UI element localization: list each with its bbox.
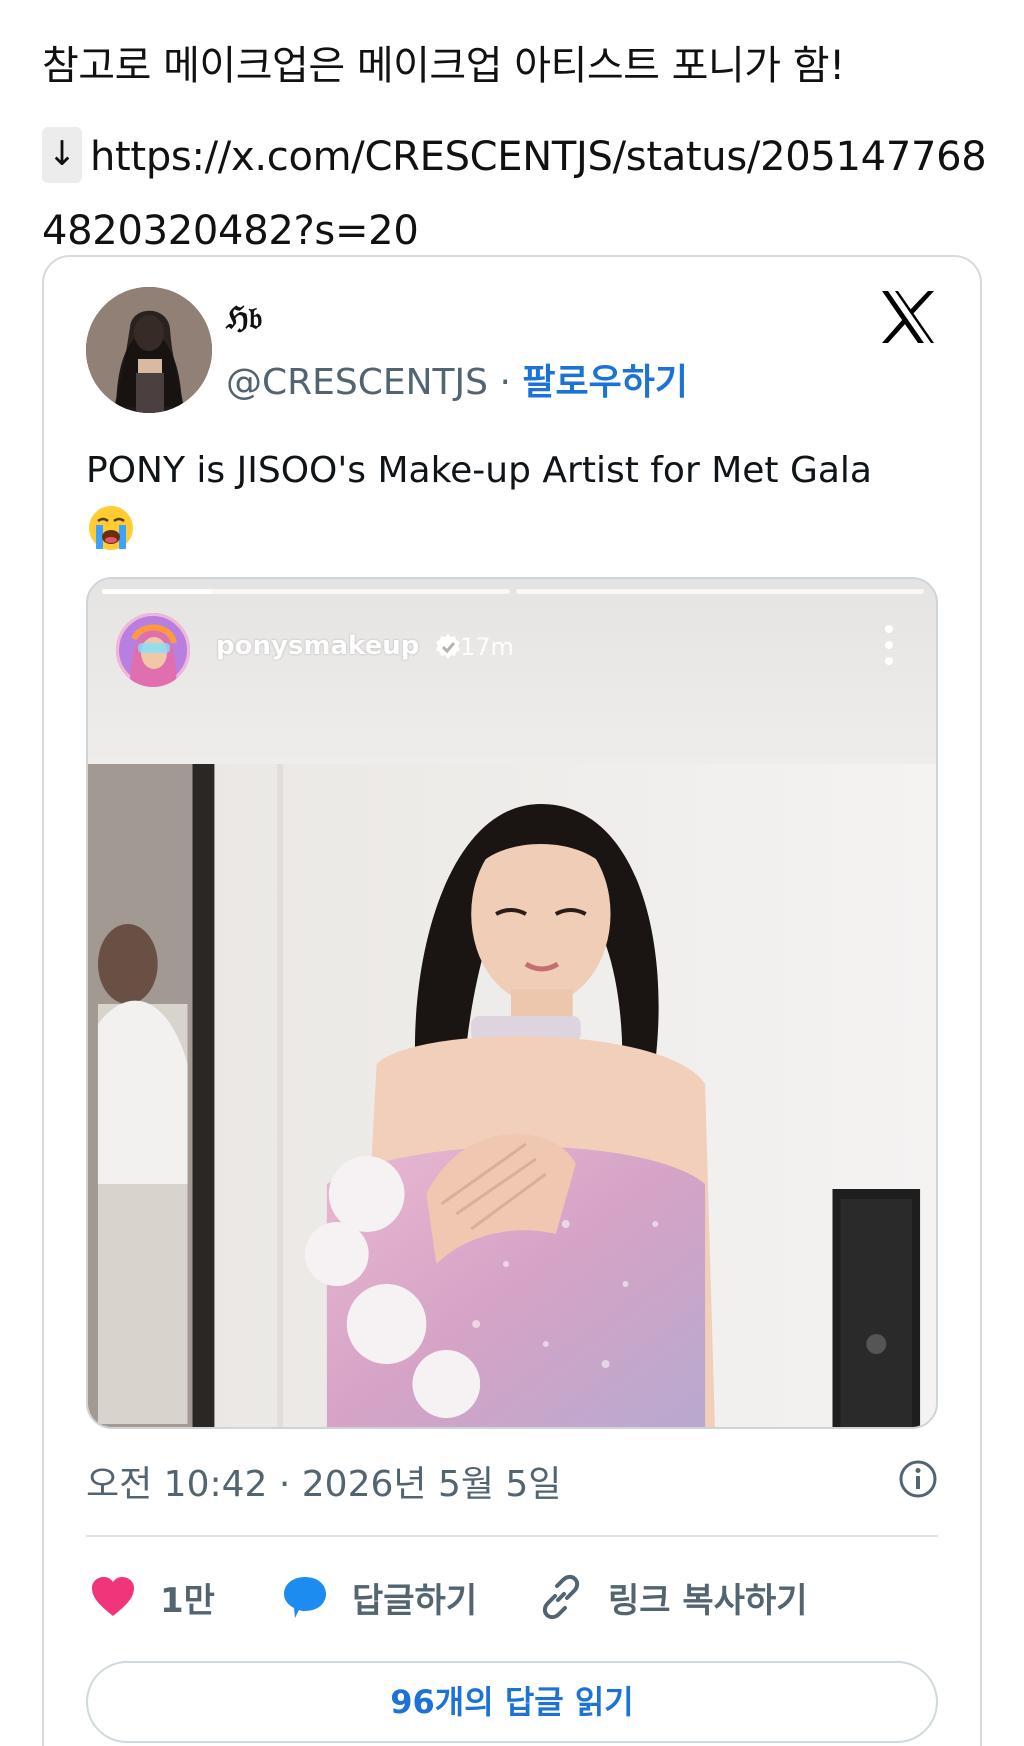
copy-link-button[interactable]: 링크 복사하기	[538, 1567, 808, 1627]
down-arrow-icon: ↓	[42, 127, 82, 183]
tweet-actions: 1만 답글하기 링크 복사하기	[86, 1567, 938, 1627]
tweet-text-content: PONY is JISOO's Make-up Artist for Met G…	[86, 450, 872, 491]
story-username-text: ponysmakeup	[216, 631, 420, 661]
heart-icon	[92, 1577, 134, 1616]
story-header: ponysmakeup 17m	[88, 579, 936, 764]
tweet-timestamp[interactable]: 오전 10:42 · 2026년 5월 5일	[86, 1455, 561, 1507]
verified-badge-icon	[436, 633, 461, 659]
story-time: 17m	[460, 633, 514, 661]
author-display-name[interactable]: ℌ𝔟	[226, 301, 262, 336]
copy-link-label: 링크 복사하기	[608, 1580, 808, 1621]
post-intro-text: 참고로 메이크업은 메이크업 아티스트 포니가 함!	[42, 43, 845, 89]
handle-separator: ·	[488, 362, 523, 403]
story-photo	[88, 764, 936, 1427]
story-progress-bar-next	[516, 589, 924, 594]
link-icon	[542, 1574, 580, 1620]
tweet-url[interactable]: https://x.com/CRESCENTJS/status/20514776…	[42, 134, 987, 254]
x-logo-icon[interactable]	[878, 287, 938, 347]
info-icon[interactable]	[898, 1459, 938, 1499]
author-handle-row: @CRESCENTJS · 팔로우하기	[226, 353, 688, 405]
reply-button[interactable]: 답글하기	[282, 1567, 477, 1627]
like-button[interactable]: 1만	[90, 1567, 215, 1627]
tweet-link[interactable]: ↓ https://x.com/CRESCENTJS/status/2051477…	[42, 120, 992, 268]
reply-label: 답글하기	[352, 1580, 478, 1621]
story-progress-bar	[102, 589, 510, 594]
story-avatar	[116, 613, 190, 687]
story-progress-fill	[102, 589, 213, 594]
speech-bubble-icon	[284, 1577, 326, 1618]
embedded-tweet-card[interactable]: ℌ𝔟 @CRESCENTJS · 팔로우하기 PONY is JISOO's M…	[42, 255, 982, 1746]
divider	[86, 1535, 938, 1537]
read-replies-button[interactable]: 96개의 답글 읽기	[86, 1661, 938, 1743]
tweet-text: PONY is JISOO's Make-up Artist for Met G…	[86, 443, 926, 555]
likes-count: 1만	[160, 1580, 215, 1621]
loudly-crying-face-icon	[89, 506, 133, 550]
author-handle[interactable]: @CRESCENTJS	[226, 362, 488, 403]
tweet-media-image[interactable]: ponysmakeup 17m	[86, 577, 938, 1429]
story-username: ponysmakeup	[216, 631, 462, 661]
follow-button[interactable]: 팔로우하기	[522, 362, 688, 403]
more-options-icon	[885, 625, 893, 665]
author-avatar[interactable]	[86, 287, 212, 413]
